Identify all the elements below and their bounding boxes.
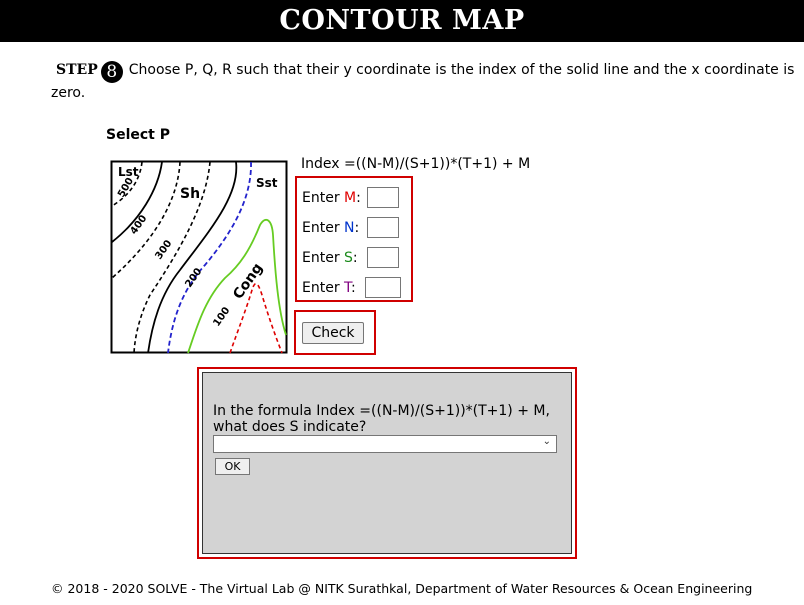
input-label-suffix: : — [354, 220, 360, 236]
check-panel: Check — [294, 310, 376, 355]
page-title: CONTOUR MAP — [0, 0, 804, 42]
input-label-suffix: : — [352, 250, 358, 266]
step-instruction-text: Choose P, Q, R such that their y coordin… — [51, 62, 795, 101]
t-input[interactable] — [365, 277, 401, 298]
chevron-down-icon: ⌄ — [542, 436, 551, 447]
input-label-var-m: M — [344, 190, 357, 206]
label-lst: Lst — [118, 165, 139, 179]
input-row-n: Enter N: — [302, 217, 399, 238]
input-label-var-t: T — [344, 280, 352, 296]
input-label-suffix: : — [351, 280, 356, 296]
index-formula: Index =((N-M)/(S+1))*(T+1) + M — [301, 156, 531, 172]
answer-select[interactable]: ⌄ — [213, 435, 557, 453]
input-label-var-s: S — [344, 250, 353, 266]
label-sst: Sst — [256, 176, 278, 190]
quiz-panel: In the formula Index =((N-M)/(S+1))*(T+1… — [197, 367, 577, 559]
contour-map-figure: Lst Sh Sst Cong 500 400 300 200 100 — [110, 160, 288, 354]
input-row-t: Enter T: — [302, 277, 401, 298]
input-label-prefix: Enter — [302, 280, 345, 296]
step-number-badge: 8 — [100, 61, 123, 83]
s-input[interactable] — [367, 247, 399, 268]
input-row-m: Enter M: — [302, 187, 399, 208]
input-row-s: Enter S: — [302, 247, 399, 268]
formula-inputs-panel: Enter M: Enter N: Enter S: Enter T: — [295, 176, 413, 302]
input-label-prefix: Enter — [302, 190, 345, 206]
select-point-label: Select P — [106, 127, 170, 143]
n-input[interactable] — [367, 217, 399, 238]
quiz-question: In the formula Index =((N-M)/(S+1))*(T+1… — [213, 403, 550, 435]
input-label-prefix: Enter — [302, 220, 345, 236]
step-instruction: STEP 8 Choose P, Q, R such that their y co… — [51, 60, 796, 104]
quiz-inner-box: In the formula Index =((N-M)/(S+1))*(T+1… — [202, 372, 572, 554]
input-label-prefix: Enter — [302, 250, 345, 266]
input-label-var-n: N — [344, 220, 355, 236]
ok-button[interactable]: OK — [215, 458, 250, 475]
label-sh: Sh — [180, 186, 200, 202]
footer-text: © 2018 - 2020 SOLVE - The Virtual Lab @ … — [51, 581, 753, 596]
check-button[interactable]: Check — [302, 322, 364, 344]
step-label: STEP — [56, 62, 98, 78]
input-label-suffix: : — [356, 190, 361, 206]
m-input[interactable] — [367, 187, 399, 208]
